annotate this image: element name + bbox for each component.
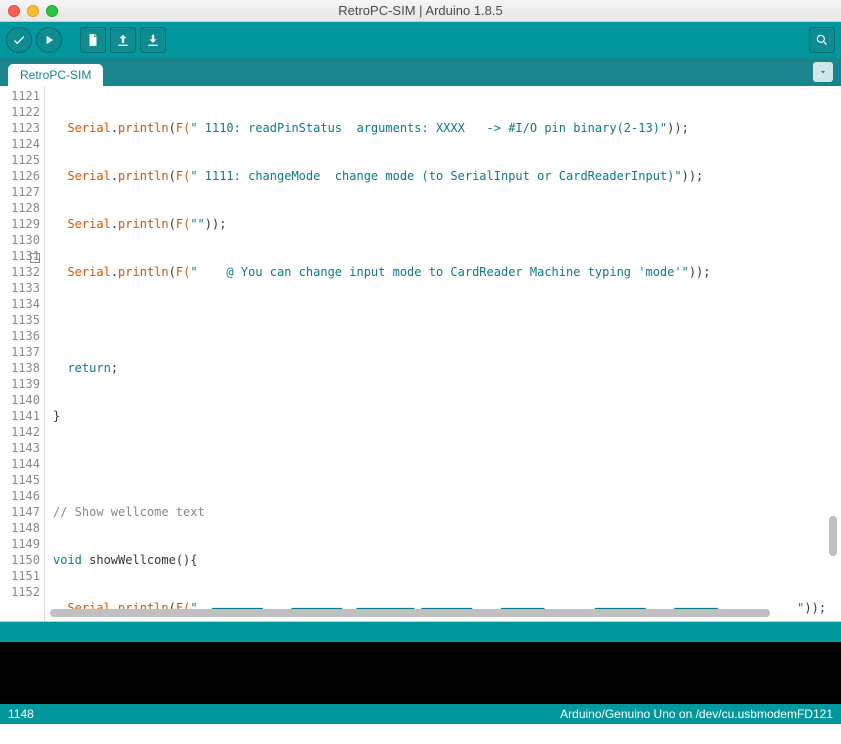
vertical-scrollbar-thumb[interactable] (829, 516, 837, 556)
new-sketch-button[interactable] (80, 27, 106, 53)
code-editor[interactable]: 1121 1122 1123 1124 1125 1126 1127 1128 … (0, 86, 841, 622)
tab-retropc-sim[interactable]: RetroPC-SIM (8, 64, 103, 86)
horizontal-scrollbar-thumb[interactable] (50, 609, 770, 617)
check-icon (12, 33, 26, 47)
download-arrow-icon (146, 33, 160, 47)
board-info-label: Arduino/Genuino Uno on /dev/cu.usbmodemF… (560, 707, 833, 721)
save-sketch-button[interactable] (140, 27, 166, 53)
horizontal-scrollbar[interactable] (50, 607, 827, 619)
chevron-down-icon (818, 67, 828, 77)
footer-statusbar: 1148 Arduino/Genuino Uno on /dev/cu.usbm… (0, 704, 841, 724)
magnifier-icon (815, 33, 829, 47)
upload-button[interactable] (36, 27, 62, 53)
verify-button[interactable] (6, 27, 32, 53)
toolbar (0, 22, 841, 58)
tab-menu-button[interactable] (813, 62, 833, 82)
serial-monitor-button[interactable] (809, 27, 835, 53)
line-number-gutter: 1121 1122 1123 1124 1125 1126 1127 1128 … (0, 86, 44, 621)
vertical-scrollbar[interactable] (827, 86, 839, 603)
open-sketch-button[interactable] (110, 27, 136, 53)
tabstrip: RetroPC-SIM (0, 58, 841, 86)
output-console[interactable] (0, 642, 841, 704)
status-bar-top (0, 622, 841, 642)
file-icon (86, 33, 100, 47)
window-title: RetroPC-SIM | Arduino 1.8.5 (0, 3, 841, 18)
cursor-line-number: 1148 (8, 707, 34, 721)
upload-arrow-icon (116, 33, 130, 47)
code-content[interactable]: Serial.println(F(" 1110: readPinStatus a… (45, 86, 841, 621)
arrow-right-icon (42, 33, 56, 47)
window-titlebar: RetroPC-SIM | Arduino 1.8.5 (0, 0, 841, 22)
